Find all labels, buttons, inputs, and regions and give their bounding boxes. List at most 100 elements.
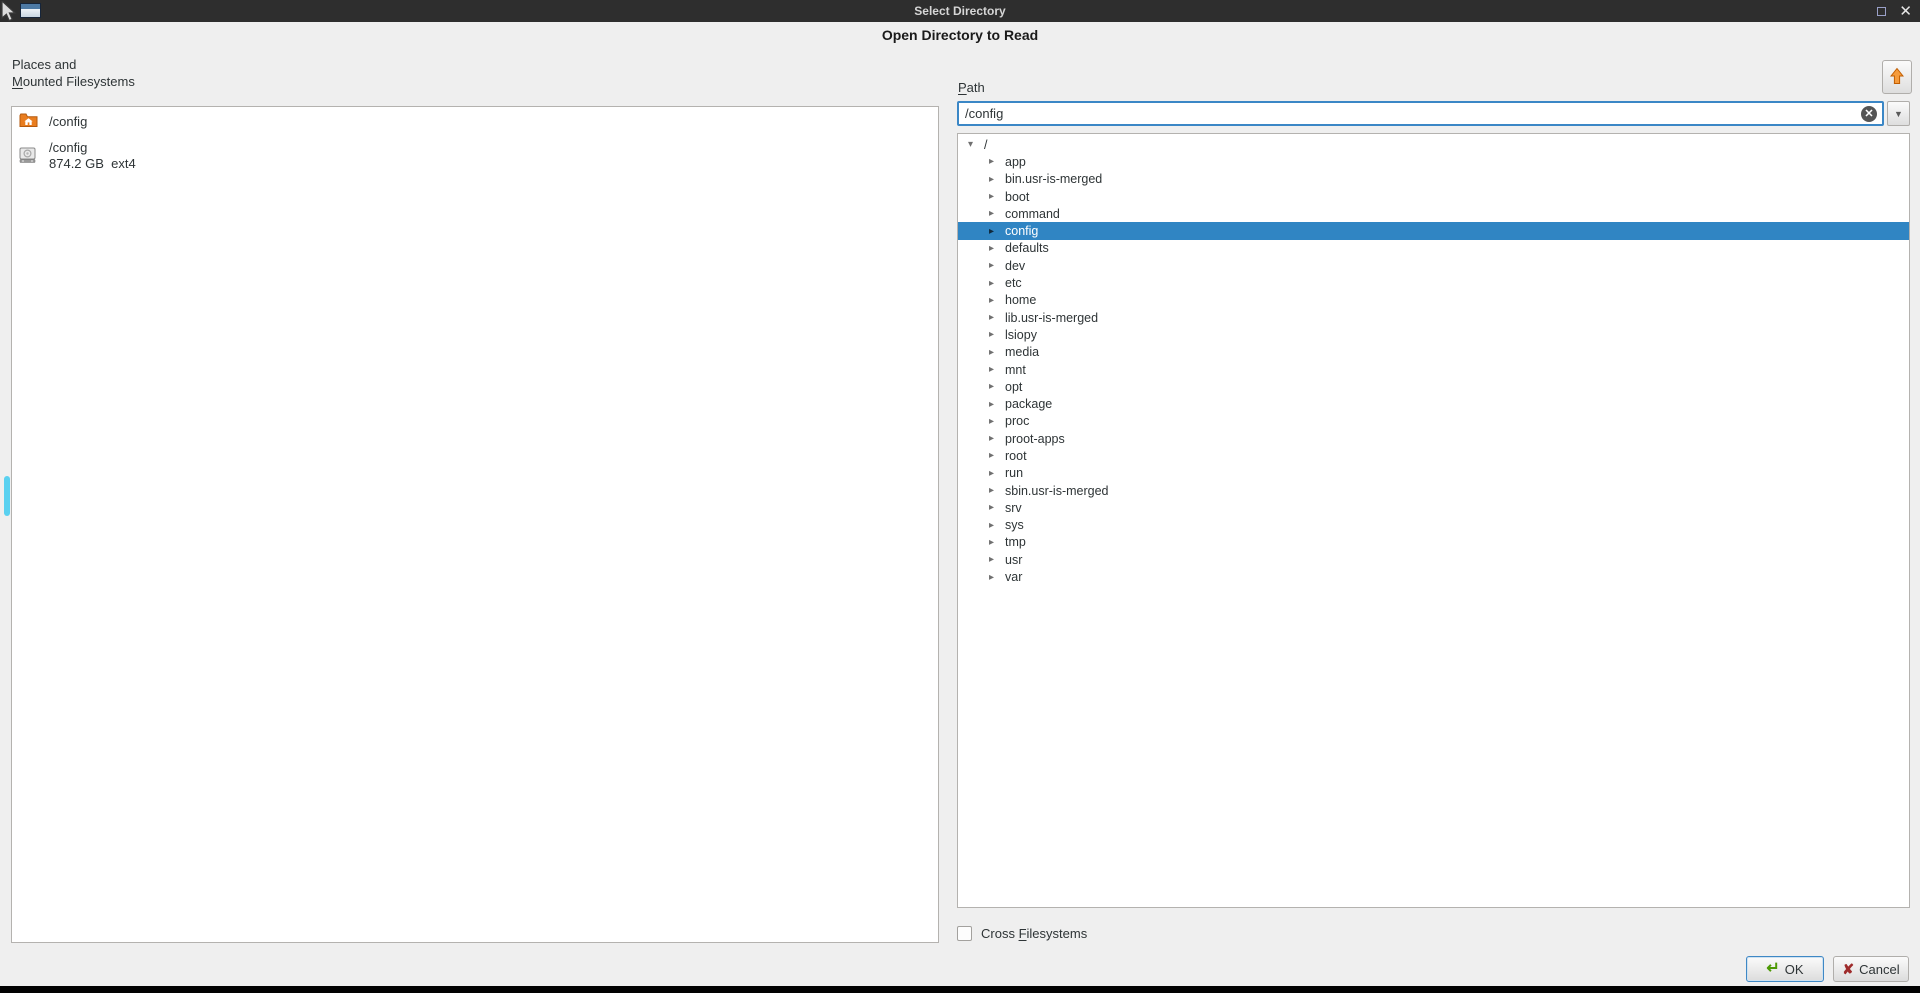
- place-item-home[interactable]: /config: [12, 107, 938, 135]
- tree-row-bin.usr-is-merged[interactable]: ▸ bin.usr-is-merged: [958, 171, 1909, 188]
- tree-row-label: package: [1005, 397, 1052, 411]
- tree-row-label: lib.usr-is-merged: [1005, 311, 1098, 325]
- expander-right-icon[interactable]: ▸: [986, 572, 997, 583]
- expander-right-icon[interactable]: ▸: [986, 381, 997, 392]
- chevron-down-icon: ▼: [1894, 109, 1903, 119]
- up-arrow-icon: [1890, 67, 1904, 88]
- tree-row-package[interactable]: ▸ package: [958, 395, 1909, 412]
- pane-resize-handle[interactable]: [4, 476, 10, 516]
- cross-filesystems-label: Cross Filesystems: [981, 926, 1087, 941]
- tree-row-proc[interactable]: ▸proc: [958, 413, 1909, 430]
- expander-right-icon[interactable]: ▸: [986, 502, 997, 513]
- tree-row-sys[interactable]: ▸sys: [958, 517, 1909, 534]
- expander-right-icon[interactable]: ▸: [986, 156, 997, 167]
- tree-row-mnt[interactable]: ▸ mnt: [958, 361, 1909, 378]
- tree-row-label: var: [1005, 570, 1022, 584]
- ok-button[interactable]: ↵ OK: [1746, 956, 1824, 982]
- tree-row-root[interactable]: ▸ root: [958, 447, 1909, 464]
- tree-row-etc[interactable]: ▸etc: [958, 274, 1909, 291]
- window-title: Select Directory: [0, 0, 1920, 22]
- expander-right-icon[interactable]: ▸: [986, 554, 997, 565]
- titlebar: Select Directory ✕: [0, 0, 1920, 22]
- places-label-line2: Mounted Filesystems: [12, 73, 135, 90]
- expander-right-icon[interactable]: ▸: [986, 329, 997, 340]
- place-item-name: /config: [49, 140, 136, 156]
- tree-row-label: boot: [1005, 190, 1029, 204]
- expander-right-icon[interactable]: ▸: [986, 260, 997, 271]
- tree-row-label: tmp: [1005, 535, 1026, 549]
- expander-right-icon[interactable]: ▸: [986, 226, 997, 237]
- tree-row-lsiopy[interactable]: ▸lsiopy: [958, 326, 1909, 343]
- expander-right-icon[interactable]: ▸: [986, 312, 997, 323]
- tree-row-proot-apps[interactable]: ▸ proot-apps: [958, 430, 1909, 447]
- expander-right-icon[interactable]: ▸: [986, 174, 997, 185]
- parent-directory-button[interactable]: [1882, 60, 1912, 94]
- place-item-name: /config: [49, 114, 87, 130]
- tree-row-label: root: [1005, 449, 1027, 463]
- cross-filesystems-row: Cross Filesystems: [957, 926, 1087, 941]
- cancel-x-icon: ✘: [1842, 961, 1854, 978]
- tree-row-opt[interactable]: ▸ opt: [958, 378, 1909, 395]
- place-item-details: 874.2 GB ext4: [49, 156, 136, 172]
- expander-down-icon[interactable]: ▾: [965, 139, 976, 150]
- tree-row-var[interactable]: ▸ var: [958, 568, 1909, 585]
- tree-row-tmp[interactable]: ▸ tmp: [958, 534, 1909, 551]
- tree-row-label: config: [1005, 224, 1038, 238]
- expander-right-icon[interactable]: ▸: [986, 520, 997, 531]
- expander-right-icon[interactable]: ▸: [986, 537, 997, 548]
- places-list: /config /config 874.2 GB ext4: [11, 106, 939, 943]
- bottom-screen-edge: [0, 986, 1920, 993]
- tree-row-lib.usr-is-merged[interactable]: ▸ lib.usr-is-merged: [958, 309, 1909, 326]
- maximize-button[interactable]: [1877, 7, 1886, 16]
- tree-row-usr[interactable]: ▸usr: [958, 551, 1909, 568]
- expander-right-icon[interactable]: ▸: [986, 243, 997, 254]
- tree-row-label: proot-apps: [1005, 432, 1065, 446]
- ok-check-icon: ↵: [1766, 962, 1779, 976]
- expander-right-icon[interactable]: ▸: [986, 450, 997, 461]
- expander-right-icon[interactable]: ▸: [986, 208, 997, 219]
- path-entry: ✕: [957, 101, 1884, 126]
- tree-row-label: opt: [1005, 380, 1022, 394]
- tree-row-root[interactable]: ▾ /: [958, 136, 1909, 153]
- tree-row-run[interactable]: ▸ run: [958, 465, 1909, 482]
- tree-row-label: home: [1005, 293, 1036, 307]
- expander-right-icon[interactable]: ▸: [986, 295, 997, 306]
- tree-row-srv[interactable]: ▸srv: [958, 499, 1909, 516]
- tree-row-config[interactable]: ▸ config: [958, 222, 1909, 239]
- tree-row-label: defaults: [1005, 241, 1049, 255]
- tree-row-command[interactable]: ▸ command: [958, 205, 1909, 222]
- tree-row-label: bin.usr-is-merged: [1005, 172, 1102, 186]
- tree-row-label: command: [1005, 207, 1060, 221]
- tree-row-label: /: [984, 138, 987, 152]
- expander-right-icon[interactable]: ▸: [986, 399, 997, 410]
- expander-right-icon[interactable]: ▸: [986, 364, 997, 375]
- tree-row-defaults[interactable]: ▸ defaults: [958, 240, 1909, 257]
- cancel-button[interactable]: ✘ Cancel: [1833, 956, 1909, 982]
- expander-right-icon[interactable]: ▸: [986, 485, 997, 496]
- close-button[interactable]: ✕: [1899, 4, 1912, 19]
- path-dropdown-button[interactable]: ▼: [1887, 101, 1910, 126]
- expander-right-icon[interactable]: ▸: [986, 433, 997, 444]
- path-input[interactable]: [959, 103, 1861, 124]
- home-folder-icon: [19, 112, 39, 131]
- cross-filesystems-checkbox[interactable]: [957, 926, 972, 941]
- expander-right-icon[interactable]: ▸: [986, 468, 997, 479]
- tree-row-label: run: [1005, 466, 1023, 480]
- tree-row-app[interactable]: ▸app: [958, 153, 1909, 170]
- expander-right-icon[interactable]: ▸: [986, 191, 997, 202]
- tree-row-boot[interactable]: ▸ boot: [958, 188, 1909, 205]
- tree-row-sbin.usr-is-merged[interactable]: ▸sbin.usr-is-merged: [958, 482, 1909, 499]
- tree-row-label: mnt: [1005, 363, 1026, 377]
- tree-row-home[interactable]: ▸ home: [958, 292, 1909, 309]
- tree-row-media[interactable]: ▸ media: [958, 344, 1909, 361]
- tree-row-label: media: [1005, 345, 1039, 359]
- directory-tree: ▾ / ▸app▸bin.usr-is-merged▸boot▸command▸…: [957, 133, 1910, 908]
- tree-row-label: dev: [1005, 259, 1025, 273]
- expander-right-icon[interactable]: ▸: [986, 416, 997, 427]
- expander-right-icon[interactable]: ▸: [986, 347, 997, 358]
- place-item-drive[interactable]: /config 874.2 GB ext4: [12, 135, 938, 176]
- tree-row-dev[interactable]: ▸ dev: [958, 257, 1909, 274]
- expander-right-icon[interactable]: ▸: [986, 278, 997, 289]
- clear-icon[interactable]: ✕: [1861, 106, 1877, 122]
- dialog-heading: Open Directory to Read: [0, 27, 1920, 43]
